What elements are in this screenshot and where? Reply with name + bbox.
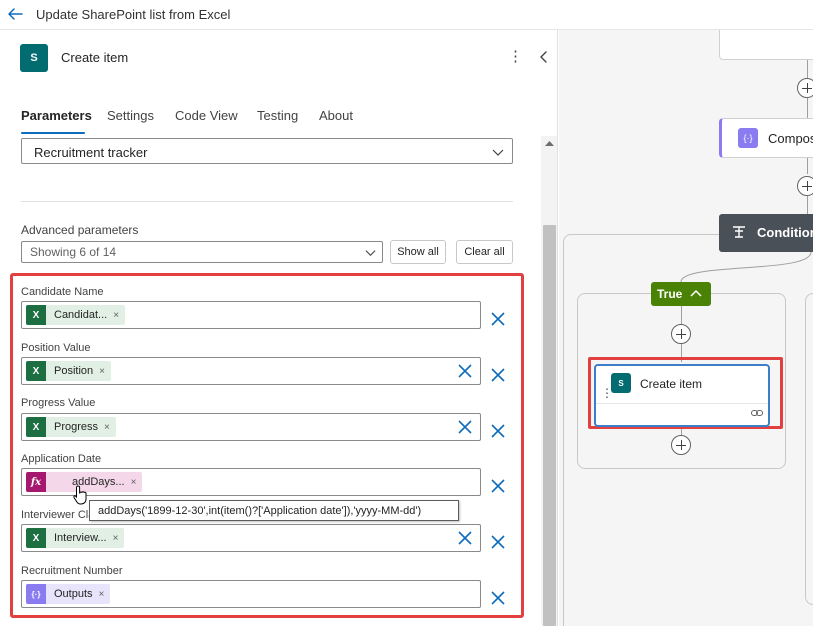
clear-value-icon[interactable] xyxy=(458,364,472,378)
token-remove-icon[interactable]: × xyxy=(113,533,125,544)
advanced-parameters-value: Showing 6 of 14 xyxy=(30,245,117,259)
compose-action-label: Compos xyxy=(768,131,813,146)
show-all-button[interactable]: Show all xyxy=(390,240,446,264)
true-branch-badge[interactable]: True xyxy=(651,282,711,306)
clear-value-icon[interactable] xyxy=(458,531,472,545)
function-icon: fx xyxy=(26,472,46,492)
flow-designer-canvas[interactable]: {·} Compos Condition True ⋮ S Create ite… xyxy=(559,30,813,626)
excel-icon: X xyxy=(26,361,46,381)
condition-icon xyxy=(733,226,745,238)
connector-line xyxy=(807,158,808,174)
clear-field-icon[interactable] xyxy=(491,535,505,549)
window-title: Update SharePoint list from Excel xyxy=(36,7,231,22)
panel-title[interactable]: Create item xyxy=(61,50,128,65)
token-remove-icon[interactable]: × xyxy=(104,422,116,433)
progress-value-field[interactable]: X Progress × xyxy=(21,413,481,441)
excel-icon: X xyxy=(26,305,46,325)
application-date-field[interactable]: fx addDays... × xyxy=(21,468,481,496)
clear-field-icon[interactable] xyxy=(491,591,505,605)
clear-value-icon[interactable] xyxy=(458,420,472,434)
field-label-interviewer: Interviewer Cla xyxy=(21,509,95,521)
token-remove-icon[interactable]: × xyxy=(131,477,143,488)
active-tab-indicator xyxy=(21,132,85,134)
condition-label: Condition xyxy=(757,225,813,240)
token-label: Progress xyxy=(54,421,99,433)
connector-line xyxy=(807,196,808,214)
position-value-field[interactable]: X Position × xyxy=(21,357,481,385)
sharepoint-icon: S xyxy=(611,373,631,393)
excel-icon: X xyxy=(26,417,46,437)
create-item-label: Create item xyxy=(640,377,703,391)
card-divider xyxy=(596,403,768,404)
chevron-down-icon xyxy=(365,250,376,257)
title-bar: Update SharePoint list from Excel xyxy=(0,0,813,30)
connector-line xyxy=(807,60,808,78)
compose-icon: {·} xyxy=(26,584,46,604)
sharepoint-icon: S xyxy=(20,44,48,72)
chevron-up-icon[interactable] xyxy=(690,288,702,300)
add-step-icon[interactable] xyxy=(797,176,813,196)
hand-cursor-icon xyxy=(73,485,87,505)
advanced-parameters-dropdown[interactable]: Showing 6 of 14 xyxy=(21,241,383,263)
field-label-recruitment-number: Recruitment Number xyxy=(21,565,123,577)
token-label: Outputs xyxy=(54,588,93,600)
compose-output-token[interactable]: {·} Outputs × xyxy=(26,584,111,604)
connector-line xyxy=(807,98,808,118)
list-name-dropdown[interactable]: Recruitment tracker xyxy=(21,138,513,164)
clear-all-button[interactable]: Clear all xyxy=(456,240,513,264)
token-remove-icon[interactable]: × xyxy=(113,310,125,321)
tab-testing[interactable]: Testing xyxy=(257,108,298,123)
compose-action-card[interactable]: {·} Compos xyxy=(719,118,813,158)
dynamic-content-token[interactable]: X Candidat... × xyxy=(26,305,126,325)
tab-parameters[interactable]: Parameters xyxy=(21,108,92,123)
add-step-icon[interactable] xyxy=(797,78,813,98)
false-branch-container xyxy=(805,293,813,605)
connector-line xyxy=(681,306,682,324)
scrollbar-thumb[interactable] xyxy=(543,225,556,626)
clear-field-icon[interactable] xyxy=(491,368,505,382)
candidate-name-field[interactable]: X Candidat... × xyxy=(21,301,481,329)
true-branch-label: True xyxy=(657,287,683,301)
create-item-action-card[interactable]: ⋮ S Create item xyxy=(594,364,770,427)
field-label-candidate-name: Candidate Name xyxy=(21,286,104,298)
list-name-value: Recruitment tracker xyxy=(34,145,148,160)
dynamic-content-token[interactable]: X Position × xyxy=(26,361,111,381)
add-step-icon[interactable] xyxy=(671,324,691,344)
token-label: Position xyxy=(54,365,94,377)
section-divider xyxy=(21,201,513,202)
token-remove-icon[interactable]: × xyxy=(99,589,111,600)
action-details-panel: S Create item ⋮ Parameters Settings Code… xyxy=(0,30,558,626)
token-remove-icon[interactable]: × xyxy=(99,366,111,377)
clear-field-icon[interactable] xyxy=(491,424,505,438)
dynamic-content-token[interactable]: X Interview... × xyxy=(26,528,125,548)
back-arrow-icon[interactable] xyxy=(6,5,24,23)
excel-icon: X xyxy=(26,528,46,548)
dynamic-content-token[interactable]: X Progress × xyxy=(26,417,116,437)
clear-field-icon[interactable] xyxy=(491,479,505,493)
chevron-down-icon xyxy=(492,149,504,156)
tab-settings[interactable]: Settings xyxy=(107,108,154,123)
token-label: Candidat... xyxy=(54,309,108,321)
interviewer-field[interactable]: X Interview... × xyxy=(21,524,481,552)
condition-action-card[interactable]: Condition xyxy=(719,214,813,252)
add-step-icon[interactable] xyxy=(671,435,691,455)
link-icon xyxy=(751,410,763,416)
previous-action-card[interactable] xyxy=(719,30,813,60)
clear-field-icon[interactable] xyxy=(491,312,505,326)
collapse-panel-icon[interactable] xyxy=(537,48,551,66)
field-label-position-value: Position Value xyxy=(21,342,91,354)
scroll-up-icon[interactable] xyxy=(545,140,554,147)
advanced-parameters-label: Advanced parameters xyxy=(21,223,139,237)
token-label: Interview... xyxy=(54,532,107,544)
more-options-icon[interactable]: ⋮ xyxy=(508,48,523,66)
branch-connector xyxy=(680,252,812,283)
field-label-progress-value: Progress Value xyxy=(21,397,96,409)
recruitment-number-field[interactable]: {·} Outputs × xyxy=(21,580,481,608)
compose-icon: {·} xyxy=(738,128,758,148)
tab-code-view[interactable]: Code View xyxy=(175,108,238,123)
field-label-application-date: Application Date xyxy=(21,453,102,465)
expression-tooltip: addDays('1899-12-30',int(item()?['Applic… xyxy=(89,500,459,521)
tab-about[interactable]: About xyxy=(319,108,353,123)
